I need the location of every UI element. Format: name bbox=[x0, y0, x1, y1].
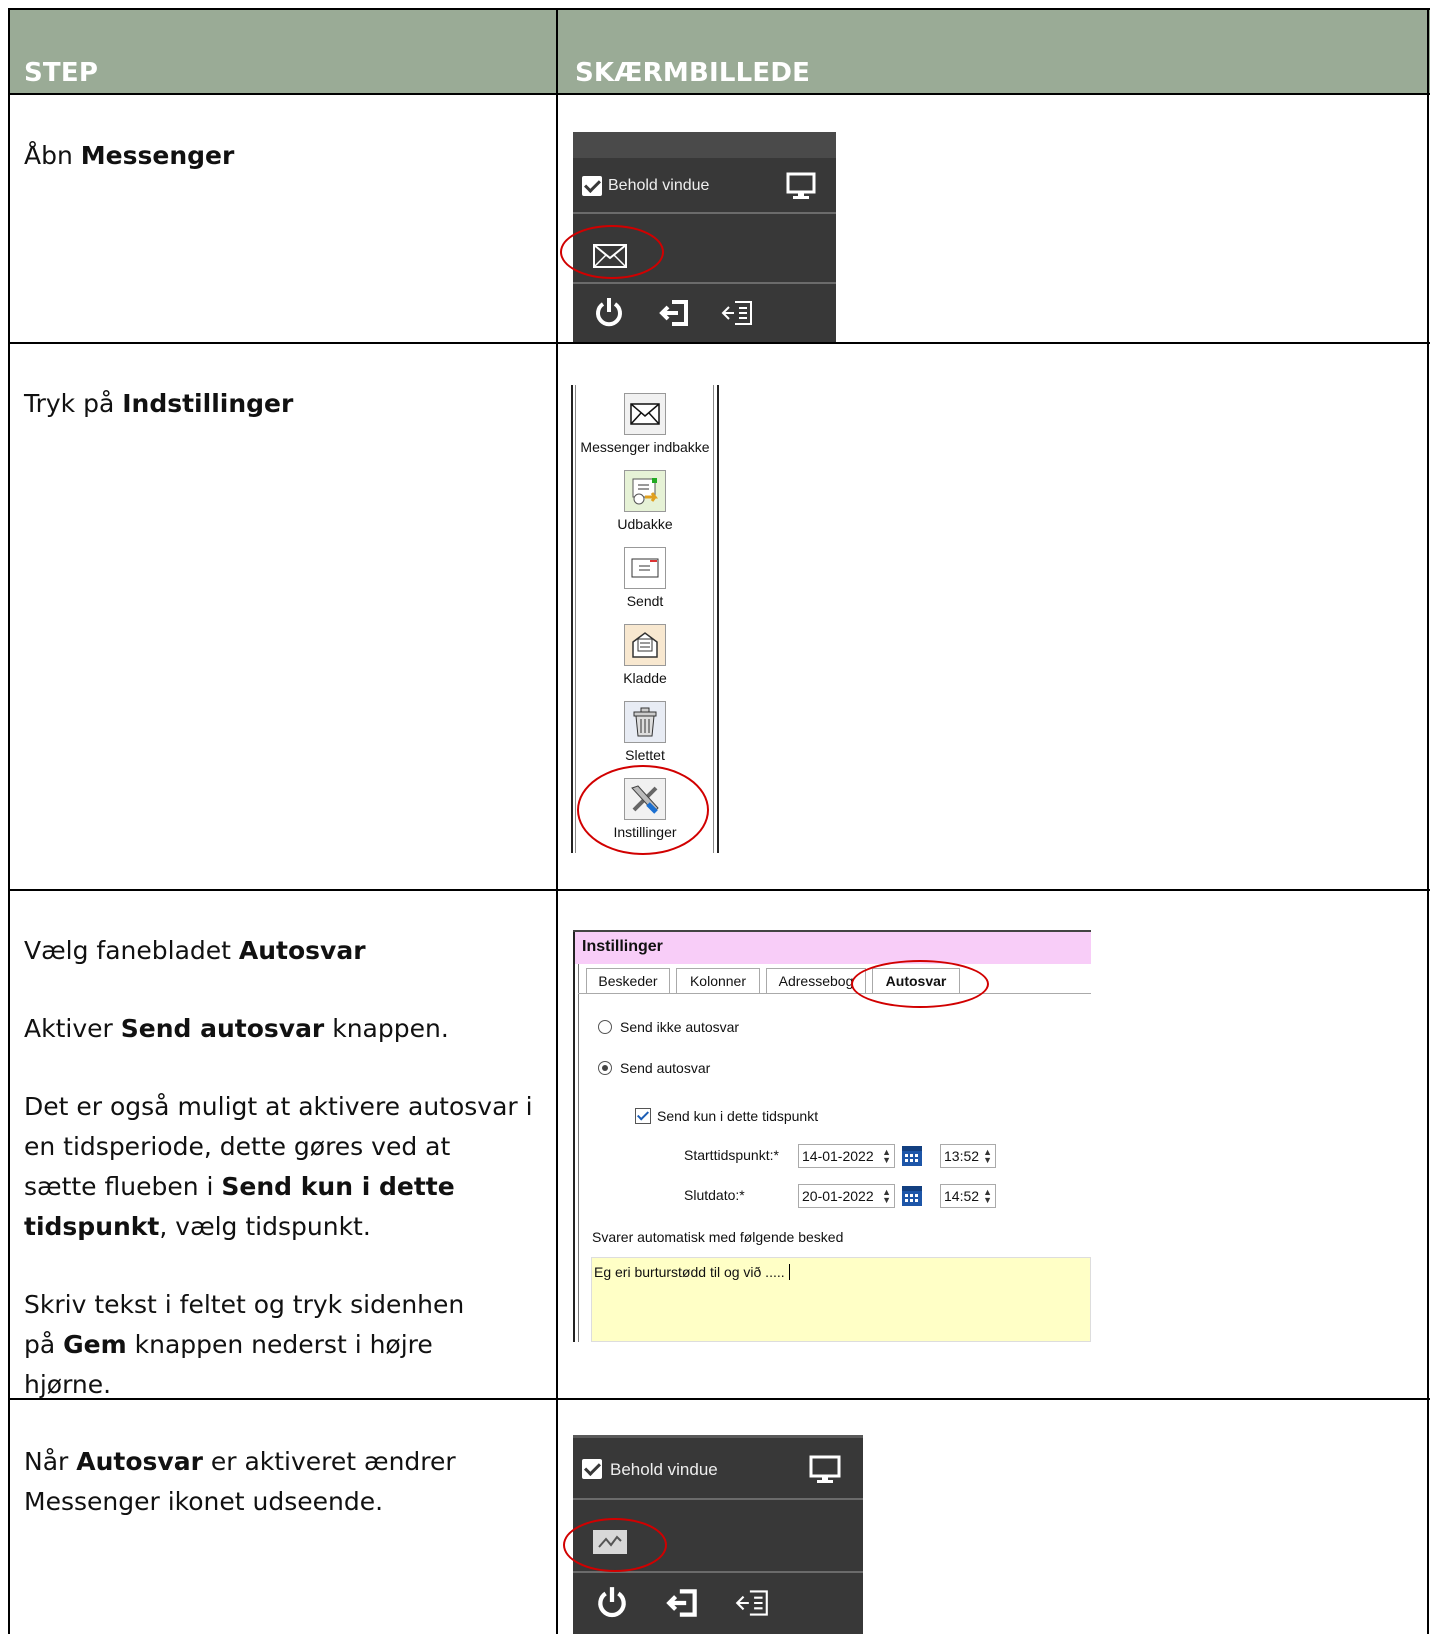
settings-dialog: Instillinger Beskeder Kolonner Adressebo… bbox=[573, 930, 1091, 1342]
step-2-text: Tryk på Indstillinger bbox=[24, 389, 294, 418]
no-autoreply-radio[interactable] bbox=[598, 1020, 612, 1034]
time-period-label: Send kun i dette tidspunkt bbox=[657, 1108, 819, 1124]
step-4-text: Når Autosvar er aktiveret ændrer Messeng… bbox=[24, 1447, 456, 1516]
sidebar-item-inbox[interactable]: Messenger indbakke bbox=[577, 393, 713, 455]
table-border-right bbox=[1427, 8, 1429, 1634]
spinner-icon: ▲ ▼ bbox=[882, 1187, 891, 1205]
reply-label: Svarer automatisk med følgende besked bbox=[592, 1229, 844, 1245]
panel-separator bbox=[573, 1498, 863, 1500]
highlight-oval bbox=[577, 765, 709, 855]
header-screenshot: SKÆRMBILLEDE bbox=[575, 58, 811, 88]
start-label: Starttidspunkt:* bbox=[684, 1147, 779, 1163]
outbox-icon bbox=[624, 470, 666, 512]
end-label: Slutdato:* bbox=[684, 1187, 745, 1203]
send-autoreply-radio[interactable] bbox=[598, 1061, 612, 1075]
table-border-left bbox=[8, 8, 10, 1634]
keep-window-checkbox[interactable] bbox=[582, 176, 602, 196]
monitor-icon[interactable] bbox=[786, 172, 816, 200]
exit-icon[interactable] bbox=[733, 1587, 771, 1619]
sidebar-item-label: Slettet bbox=[625, 747, 665, 763]
sidebar-item-label: Messenger indbakke bbox=[580, 439, 710, 455]
settings-title-bar: Instillinger bbox=[573, 930, 1091, 964]
exit-icon[interactable] bbox=[719, 298, 755, 328]
sidebar-border-right bbox=[717, 385, 719, 853]
sidebar-item-label: Sendt bbox=[626, 593, 664, 609]
document-page: STEP SKÆRMBILLEDE Åbn Messenger Behold v… bbox=[0, 0, 1430, 1634]
sidebar-item-deleted[interactable]: Slettet bbox=[577, 701, 713, 763]
step-1-text: Åbn Messenger bbox=[24, 141, 235, 170]
table-border-header bbox=[8, 93, 1430, 95]
monitor-icon[interactable] bbox=[809, 1455, 841, 1485]
panel-separator bbox=[573, 282, 836, 284]
highlight-oval bbox=[563, 1518, 667, 1572]
step-3-text: Vælg fanebladet Autosvar Aktiver Send au… bbox=[24, 936, 533, 1399]
highlight-oval bbox=[560, 225, 664, 279]
calendar-icon[interactable] bbox=[902, 1146, 922, 1166]
panel-separator bbox=[573, 212, 836, 214]
envelope-icon bbox=[624, 393, 666, 435]
spinner-icon: ▲ ▼ bbox=[983, 1187, 992, 1205]
settings-title: Instillinger bbox=[582, 938, 663, 955]
send-autoreply-label: Send autosvar bbox=[620, 1060, 711, 1076]
keep-window-checkbox[interactable] bbox=[582, 1459, 602, 1479]
sidebar-border-left-inner bbox=[575, 385, 576, 853]
draft-icon bbox=[624, 624, 666, 666]
sent-icon bbox=[624, 547, 666, 589]
dialog-border-top bbox=[573, 930, 1091, 932]
trash-icon bbox=[624, 701, 666, 743]
end-date-input[interactable]: 20-01-2022 ▲ ▼ bbox=[798, 1184, 895, 1208]
no-autoreply-label: Send ikke autosvar bbox=[620, 1019, 740, 1035]
tab-messages[interactable]: Beskeder bbox=[586, 968, 670, 993]
start-date-input[interactable]: 14-01-2022 ▲ ▼ bbox=[798, 1144, 895, 1168]
logout-icon[interactable] bbox=[658, 298, 692, 328]
logout-icon[interactable] bbox=[665, 1587, 701, 1619]
row-divider-2 bbox=[8, 889, 1430, 891]
highlight-oval bbox=[851, 960, 989, 1008]
sidebar-item-outbox[interactable]: Udbakke bbox=[577, 470, 713, 532]
panel-top-edge bbox=[573, 1435, 863, 1438]
sidebar-item-drafts[interactable]: Kladde bbox=[577, 624, 713, 686]
spinner-icon: ▲ ▼ bbox=[882, 1147, 891, 1165]
table-border-top bbox=[8, 8, 1430, 10]
sidebar-border-left bbox=[571, 385, 573, 853]
power-icon[interactable] bbox=[595, 1585, 629, 1619]
sidebar-item-label: Udbakke bbox=[617, 516, 673, 532]
sidebar-item-label: Kladde bbox=[623, 670, 667, 686]
panel-top-bar bbox=[573, 132, 836, 158]
calendar-icon[interactable] bbox=[902, 1186, 922, 1206]
tab-strip-line bbox=[578, 993, 1091, 994]
sidebar-item-sent[interactable]: Sendt bbox=[577, 547, 713, 609]
keep-window-label: Behold vindue bbox=[610, 1460, 718, 1479]
end-time-input[interactable]: 14:52 ▲ ▼ bbox=[940, 1184, 996, 1208]
dialog-border-inner bbox=[578, 964, 579, 1342]
sidebar-border-right-inner bbox=[713, 385, 714, 853]
dialog-border-left bbox=[573, 930, 575, 1342]
column-divider bbox=[556, 8, 558, 1634]
power-icon[interactable] bbox=[593, 296, 625, 328]
time-period-checkbox[interactable] bbox=[635, 1108, 651, 1124]
keep-window-label: Behold vindue bbox=[608, 177, 710, 194]
row-divider-1 bbox=[8, 342, 1430, 344]
start-time-input[interactable]: 13:52 ▲ ▼ bbox=[940, 1144, 996, 1168]
header-step: STEP bbox=[24, 58, 99, 88]
spinner-icon: ▲ ▼ bbox=[983, 1147, 992, 1165]
tab-columns[interactable]: Kolonner bbox=[676, 968, 760, 993]
reply-textarea[interactable]: Eg eri burturstødd til og við ..... bbox=[591, 1257, 1091, 1342]
